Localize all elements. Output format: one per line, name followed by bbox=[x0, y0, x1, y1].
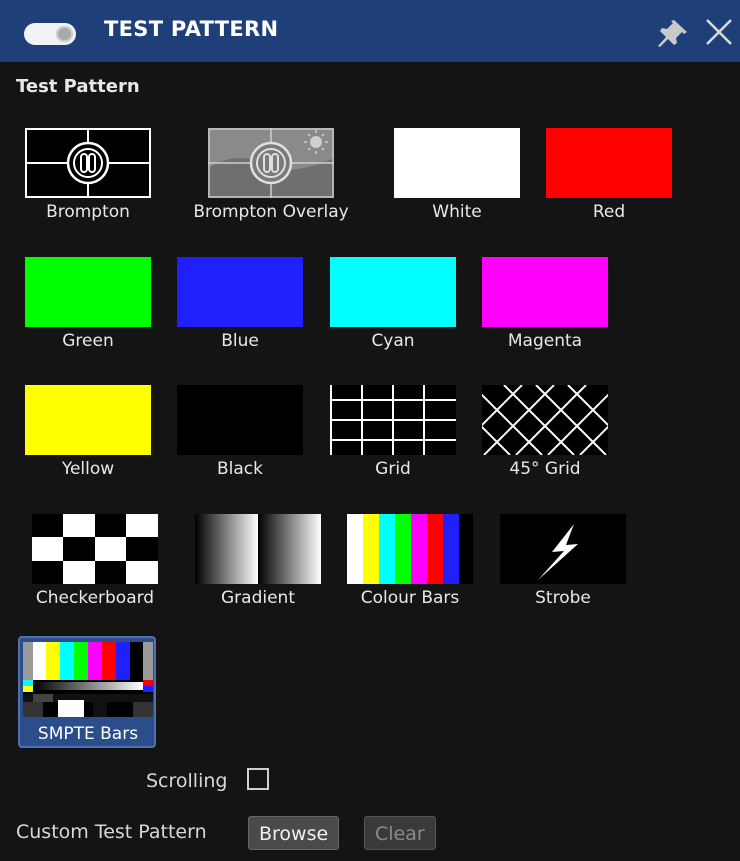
pattern-strobe[interactable]: Strobe bbox=[493, 506, 633, 624]
black-swatch-icon bbox=[177, 385, 303, 455]
pattern-label: Brompton Overlay bbox=[193, 202, 349, 222]
white-swatch-icon bbox=[394, 128, 520, 198]
pattern-green[interactable]: Green bbox=[18, 249, 158, 367]
pattern-red[interactable]: Red bbox=[539, 120, 679, 238]
pattern-blue[interactable]: Blue bbox=[170, 249, 310, 367]
pattern-white[interactable]: White bbox=[387, 120, 527, 238]
browse-button[interactable]: Browse bbox=[248, 816, 340, 850]
pattern-smpte-bars[interactable]: SMPTE Bars bbox=[18, 636, 156, 748]
pattern-brompton-overlay[interactable]: Brompton Overlay bbox=[193, 120, 349, 238]
pattern-yellow[interactable]: Yellow bbox=[18, 377, 158, 495]
blue-swatch-icon bbox=[177, 257, 303, 327]
diagonal-grid-pattern-icon bbox=[482, 385, 608, 455]
brompton-overlay-pattern-icon bbox=[208, 128, 334, 198]
enable-toggle[interactable] bbox=[24, 23, 76, 45]
green-swatch-icon bbox=[25, 257, 151, 327]
pattern-label: 45° Grid bbox=[509, 459, 581, 479]
pattern-black[interactable]: Black bbox=[170, 377, 310, 495]
pattern-colour-bars[interactable]: Colour Bars bbox=[340, 506, 480, 624]
toggle-knob bbox=[56, 26, 73, 42]
clear-button[interactable]: Clear bbox=[364, 816, 436, 850]
red-swatch-icon bbox=[546, 128, 672, 198]
title-bar: TEST PATTERN bbox=[0, 0, 740, 62]
pattern-label: SMPTE Bars bbox=[37, 724, 139, 744]
window-title: TEST PATTERN bbox=[104, 17, 279, 41]
smpte-bars-pattern-icon bbox=[23, 642, 153, 717]
checkerboard-pattern-icon bbox=[32, 514, 158, 584]
pattern-45-grid[interactable]: 45° Grid bbox=[475, 377, 615, 495]
brompton-logo-pattern-icon bbox=[25, 128, 151, 198]
close-icon[interactable] bbox=[704, 16, 734, 48]
pattern-label: Checkerboard bbox=[35, 588, 155, 608]
cyan-swatch-icon bbox=[330, 257, 456, 327]
pattern-checkerboard[interactable]: Checkerboard bbox=[25, 506, 165, 624]
magenta-swatch-icon bbox=[482, 257, 608, 327]
pattern-label: Strobe bbox=[535, 588, 591, 608]
grid-pattern-icon bbox=[330, 385, 456, 455]
pattern-label: Magenta bbox=[507, 331, 583, 351]
custom-test-pattern-label: Custom Test Pattern bbox=[16, 821, 207, 843]
pattern-magenta[interactable]: Magenta bbox=[475, 249, 615, 367]
pattern-brompton[interactable]: Brompton bbox=[18, 120, 158, 238]
gradient-pattern-icon bbox=[195, 514, 321, 584]
scrolling-label: Scrolling bbox=[146, 770, 228, 792]
yellow-swatch-icon bbox=[25, 385, 151, 455]
scrolling-checkbox[interactable] bbox=[247, 768, 269, 790]
pattern-label: Brompton bbox=[46, 202, 130, 222]
pattern-label: Red bbox=[592, 202, 626, 222]
pin-icon[interactable] bbox=[655, 18, 689, 48]
pattern-cyan[interactable]: Cyan bbox=[323, 249, 463, 367]
pattern-grid[interactable]: Grid bbox=[323, 377, 463, 495]
colour-bars-pattern-icon bbox=[347, 514, 473, 584]
pattern-gradient[interactable]: Gradient bbox=[188, 506, 328, 624]
section-title: Test Pattern bbox=[16, 76, 140, 97]
lightning-icon bbox=[500, 514, 626, 584]
